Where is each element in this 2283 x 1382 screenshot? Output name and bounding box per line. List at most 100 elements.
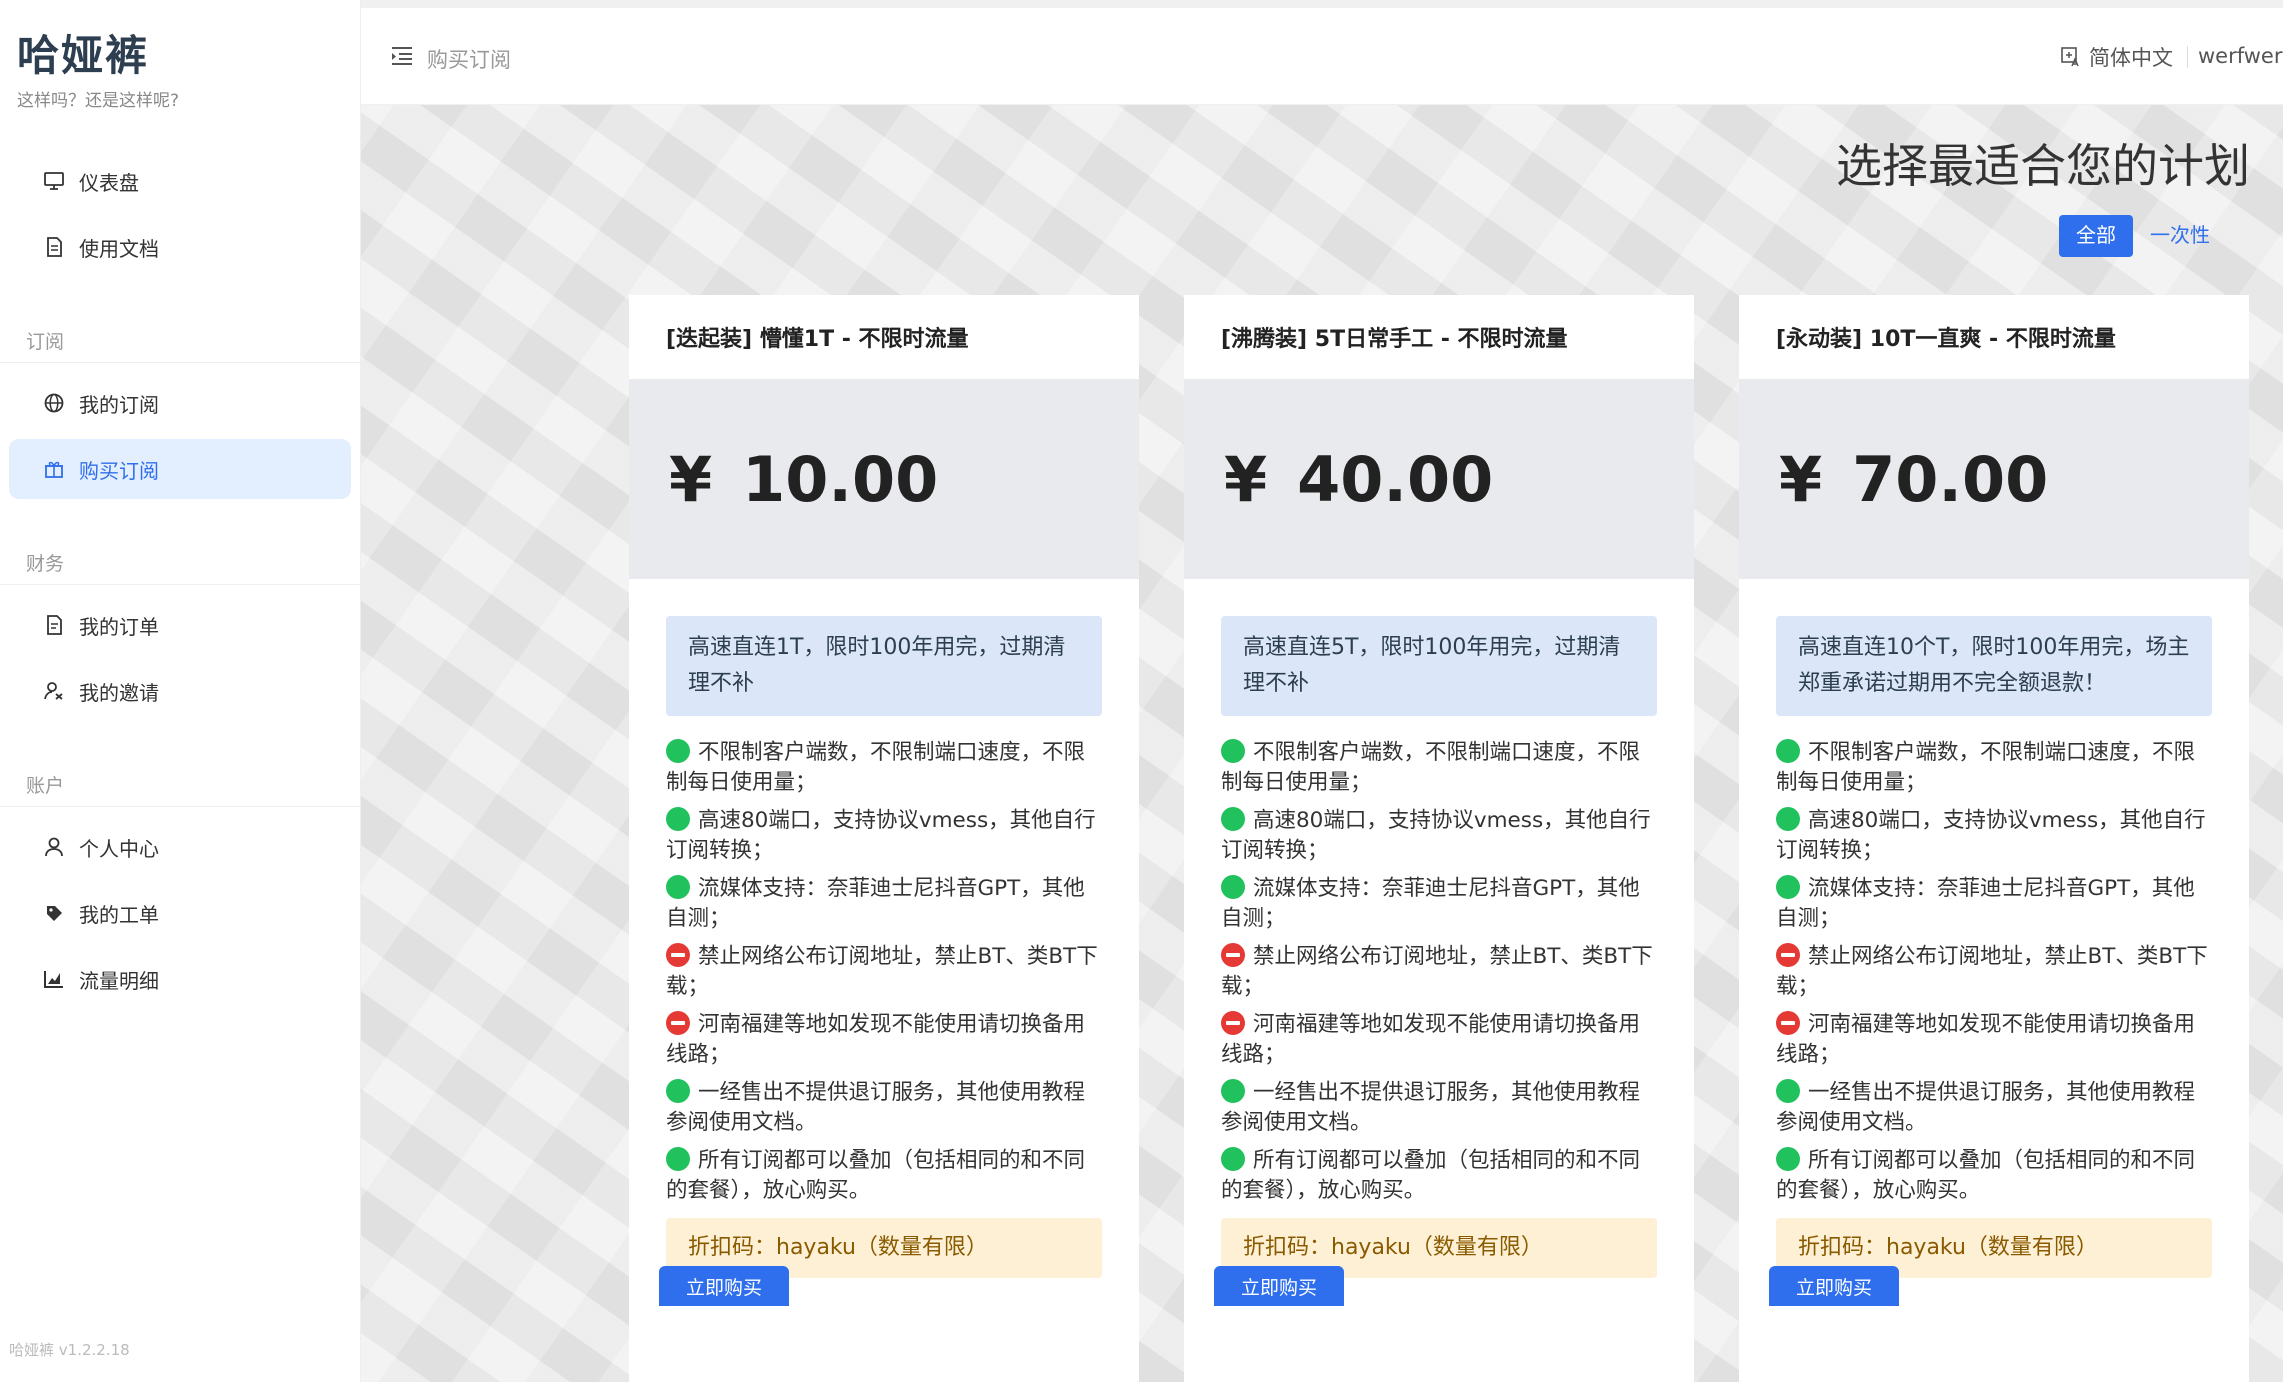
- plan-description: 高速直连1T，限时100年用完，过期清理不补: [666, 616, 1102, 716]
- feature-item: 河南福建等地如发现不能使用请切换备用线路；: [1221, 1011, 1641, 1067]
- sidebar-item-label: 我的工单: [79, 902, 159, 927]
- sidebar-item-label: 流量明细: [79, 968, 159, 993]
- sidebar-item-buy-subscription[interactable]: 购买订阅: [9, 439, 351, 499]
- feature-item: 禁止网络公布订阅地址，禁止BT、类BT下载；: [666, 943, 1098, 999]
- plan-description: 高速直连5T，限时100年用完，过期清理不补: [1221, 616, 1657, 716]
- prohibited-icon: [1221, 1011, 1245, 1035]
- filter-all-button[interactable]: 全部: [2059, 215, 2133, 257]
- sidebar-item-label: 我的订阅: [79, 392, 159, 417]
- plan-card: [迭起装] 懵懂1T - 不限时流量 ¥ 10.00 高速直连1T，限时100年…: [629, 295, 1139, 1382]
- feature-item: 流媒体支持：奈菲迪士尼抖音GPT，其他自测；: [666, 875, 1085, 931]
- user-menu[interactable]: werfwerf: [2198, 44, 2283, 68]
- currency-symbol: ¥: [669, 442, 713, 516]
- brand-subtitle: 这样吗？还是这样呢?: [17, 91, 180, 111]
- check-circle-icon: [666, 1147, 690, 1171]
- feature-item: 高速80端口，支持协议vmess，其他自行订阅转换；: [1776, 807, 2206, 863]
- sidebar-item-tickets[interactable]: 我的工单: [9, 883, 351, 943]
- feature-item: 流媒体支持：奈菲迪士尼抖音GPT，其他自测；: [1221, 875, 1640, 931]
- sidebar-item-label: 我的邀请: [79, 680, 159, 705]
- feature-item: 一经售出不提供退订服务，其他使用教程参阅使用文档。: [666, 1079, 1086, 1135]
- translate-icon: [2061, 47, 2081, 67]
- plan-title: [迭起装] 懵懂1T - 不限时流量: [666, 327, 969, 352]
- sidebar: 哈娅裤 这样吗？还是这样呢? 仪表盘 使用文档 订阅 我的订阅 购买订阅 财务 …: [0, 0, 361, 1382]
- nav-section-finance: 财务: [0, 543, 360, 585]
- plan-description: 高速直连10个T，限时100年用完，场主郑重承诺过期用不完全额退款！: [1776, 616, 2212, 716]
- price-value: 10.00: [742, 442, 939, 516]
- feature-item: 禁止网络公布订阅地址，禁止BT、类BT下载；: [1776, 943, 2208, 999]
- sidebar-item-dashboard[interactable]: 仪表盘: [9, 151, 351, 211]
- currency-symbol: ¥: [1224, 442, 1268, 516]
- brand: 哈娅裤 这样吗？还是这样呢?: [0, 0, 360, 111]
- plan-title: [永动装] 10T一直爽 - 不限时流量: [1776, 327, 2116, 352]
- order-icon: [43, 614, 65, 636]
- page-title: 选择最适合您的计划: [1836, 139, 2250, 193]
- sidebar-nav: 仪表盘 使用文档 订阅 我的订阅 购买订阅 财务 我的订单 我的邀请 账户 个人…: [0, 151, 360, 1009]
- sidebar-item-label: 我的订单: [79, 614, 159, 639]
- check-circle-icon: [1221, 1079, 1245, 1103]
- check-circle-icon: [1776, 1147, 1800, 1171]
- prohibited-icon: [1776, 1011, 1800, 1035]
- feature-item: 禁止网络公布订阅地址，禁止BT、类BT下载；: [1221, 943, 1653, 999]
- sidebar-item-label: 个人中心: [79, 836, 159, 861]
- feature-item: 不限制客户端数，不限制端口速度，不限制每日使用量；: [1776, 739, 2196, 795]
- app-version: 哈娅裤 v1.2.2.18: [9, 1341, 130, 1359]
- sidebar-item-traffic[interactable]: 流量明细: [9, 949, 351, 1009]
- check-circle-icon: [666, 739, 690, 763]
- brand-title[interactable]: 哈娅裤: [17, 28, 360, 84]
- nav-section-account: 账户: [0, 765, 360, 807]
- chart-icon: [43, 968, 65, 990]
- document-icon: [43, 236, 65, 258]
- feature-item: 一经售出不提供退订服务，其他使用教程参阅使用文档。: [1776, 1079, 2196, 1135]
- check-circle-icon: [1221, 1147, 1245, 1171]
- ticket-icon: [43, 902, 65, 924]
- plan-price: ¥ 40.00: [1184, 379, 1694, 579]
- sidebar-item-profile[interactable]: 个人中心: [9, 817, 351, 877]
- feature-item: 不限制客户端数，不限制端口速度，不限制每日使用量；: [666, 739, 1086, 795]
- check-circle-icon: [1221, 739, 1245, 763]
- monitor-icon: [43, 170, 65, 192]
- plan-title: [沸腾装] 5T日常手工 - 不限时流量: [1221, 327, 1568, 352]
- user-icon: [43, 836, 65, 858]
- language-switch[interactable]: 简体中文: [2061, 42, 2173, 72]
- feature-list: 不限制客户端数，不限制端口速度，不限制每日使用量； 高速80端口，支持协议vme…: [1776, 738, 2212, 1206]
- check-circle-icon: [666, 875, 690, 899]
- sidebar-item-docs[interactable]: 使用文档: [9, 217, 351, 277]
- prohibited-icon: [1776, 943, 1800, 967]
- sidebar-item-my-subscription[interactable]: 我的订阅: [9, 373, 351, 433]
- check-circle-icon: [1776, 739, 1800, 763]
- menu-toggle-icon[interactable]: [391, 46, 415, 70]
- plan-card: [永动装] 10T一直爽 - 不限时流量 ¥ 70.00 高速直连10个T，限时…: [1739, 295, 2249, 1382]
- feature-item: 河南福建等地如发现不能使用请切换备用线路；: [666, 1011, 1086, 1067]
- sidebar-item-label: 仪表盘: [79, 170, 139, 195]
- feature-item: 高速80端口，支持协议vmess，其他自行订阅转换；: [666, 807, 1096, 863]
- top-header: 购买订阅 简体中文 werfwerf: [361, 0, 2283, 105]
- feature-list: 不限制客户端数，不限制端口速度，不限制每日使用量； 高速80端口，支持协议vme…: [666, 738, 1102, 1206]
- feature-list: 不限制客户端数，不限制端口速度，不限制每日使用量； 高速80端口，支持协议vme…: [1221, 738, 1657, 1206]
- feature-item: 河南福建等地如发现不能使用请切换备用线路；: [1776, 1011, 2196, 1067]
- buy-now-button[interactable]: 立即购买: [1214, 1266, 1344, 1306]
- nav-section-subscription: 订阅: [0, 321, 360, 363]
- feature-item: 流媒体支持：奈菲迪士尼抖音GPT，其他自测；: [1776, 875, 2195, 931]
- feature-item: 所有订阅都可以叠加（包括相同的和不同的套餐），放心购买。: [1221, 1147, 1641, 1203]
- sidebar-item-my-invites[interactable]: 我的邀请: [9, 661, 351, 721]
- prohibited-icon: [666, 1011, 690, 1035]
- buy-now-button[interactable]: 立即购买: [1769, 1266, 1899, 1306]
- sidebar-item-label: 使用文档: [79, 236, 159, 261]
- price-value: 70.00: [1852, 442, 2049, 516]
- check-circle-icon: [666, 807, 690, 831]
- feature-item: 不限制客户端数，不限制端口速度，不限制每日使用量；: [1221, 739, 1641, 795]
- plan-card: [沸腾装] 5T日常手工 - 不限时流量 ¥ 40.00 高速直连5T，限时10…: [1184, 295, 1694, 1382]
- check-circle-icon: [1221, 875, 1245, 899]
- prohibited-icon: [666, 943, 690, 967]
- check-circle-icon: [1776, 807, 1800, 831]
- gift-icon: [43, 458, 65, 480]
- buy-now-button[interactable]: 立即购买: [659, 1266, 789, 1306]
- prohibited-icon: [1221, 943, 1245, 967]
- filter-one-time-button[interactable]: 一次性: [2133, 215, 2227, 257]
- language-label: 简体中文: [2089, 46, 2173, 70]
- invite-icon: [43, 680, 65, 702]
- check-circle-icon: [1776, 1079, 1800, 1103]
- sidebar-item-my-orders[interactable]: 我的订单: [9, 595, 351, 655]
- price-value: 40.00: [1297, 442, 1494, 516]
- breadcrumb: 购买订阅: [427, 48, 511, 72]
